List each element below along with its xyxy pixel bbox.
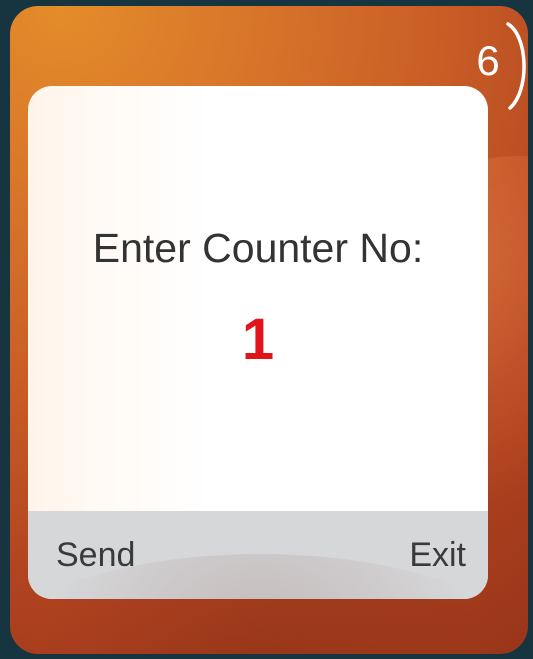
dialog-body: Enter Counter No: 1	[28, 86, 488, 511]
counter-prompt: Enter Counter No:	[92, 225, 424, 271]
exit-button[interactable]: Exit	[409, 538, 466, 572]
softkey-bar: Send Exit	[28, 511, 488, 599]
counter-entry-dialog: Enter Counter No: 1 Send Exit	[28, 86, 488, 599]
device-screen: 6 Enter Counter No: 1 Send Exit	[10, 6, 528, 654]
counter-number-field[interactable]: 1	[28, 311, 488, 369]
timer-count: 6	[476, 37, 500, 84]
send-button[interactable]: Send	[56, 538, 135, 572]
